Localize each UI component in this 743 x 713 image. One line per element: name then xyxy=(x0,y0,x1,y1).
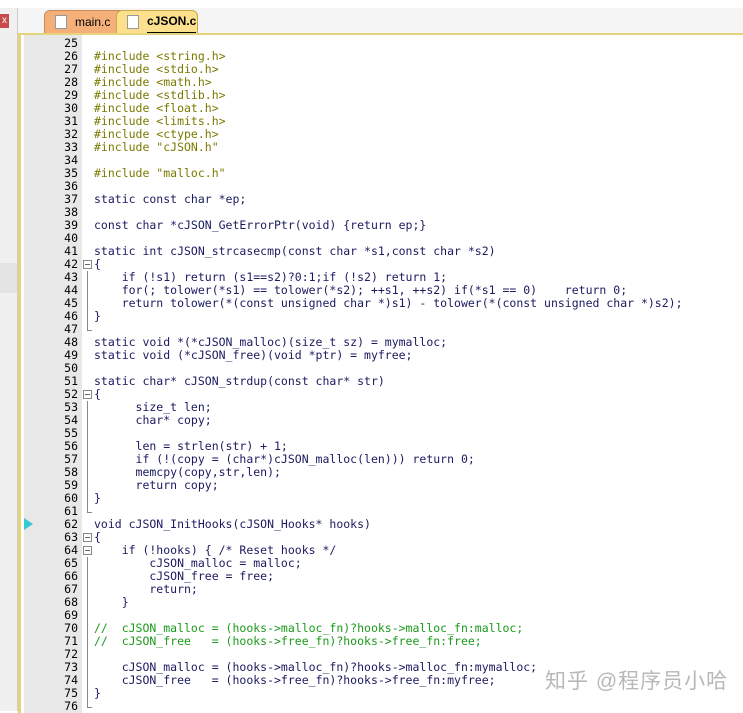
fold-guide xyxy=(83,570,92,583)
file-icon xyxy=(55,15,67,29)
code-text: return copy; xyxy=(94,478,219,492)
fold-guide xyxy=(83,323,92,336)
fold-guide xyxy=(83,440,92,453)
fold-guide xyxy=(83,414,92,427)
code-text: } xyxy=(94,686,101,700)
fold-guide xyxy=(83,700,92,713)
fold-toggle-icon[interactable] xyxy=(83,544,92,557)
code-editor[interactable]: 25 26 #include <string.h> 27 #include <stdio… xyxy=(18,33,743,713)
code-text: } xyxy=(94,595,129,609)
fold-guide xyxy=(83,557,92,570)
fold-guide xyxy=(83,401,92,414)
watermark: 知乎 @程序员小哈 xyxy=(545,670,729,693)
code-text: const char *cJSON_GetErrorPtr(void) {ret… xyxy=(94,218,427,232)
fold-guide xyxy=(83,427,92,440)
code-text: static void (*cJSON_free)(void *ptr) = m… xyxy=(94,348,413,362)
close-panel-button[interactable]: x xyxy=(0,14,9,28)
fold-guide xyxy=(83,310,92,323)
code-text: } xyxy=(94,309,101,323)
code-text: #include "malloc.h" xyxy=(94,166,226,180)
code-text: static int cJSON_strcasecmp(const char *… xyxy=(94,244,496,258)
fold-toggle-icon[interactable] xyxy=(83,531,92,544)
code-text: void cJSON_InitHooks(cJSON_Hooks* hooks) xyxy=(94,517,371,531)
code-text: // cJSON_free = (hooks->free_fn)?hooks->… xyxy=(94,634,482,648)
tab-cjson-c[interactable]: cJSON.c xyxy=(116,10,198,34)
code-text: return tolower(*(const unsigned char *)s… xyxy=(94,296,683,310)
fold-guide xyxy=(83,648,92,661)
tab-label: main.c xyxy=(75,15,111,29)
fold-guide xyxy=(83,674,92,687)
fold-guide xyxy=(83,297,92,310)
panel-selection xyxy=(0,263,17,293)
fold-guide xyxy=(83,583,92,596)
fold-guide xyxy=(83,271,92,284)
code-text: cJSON_free = (hooks->free_fn)?hooks->fre… xyxy=(94,673,496,687)
code-text: } xyxy=(94,491,101,505)
fold-guide xyxy=(83,596,92,609)
fold-guide xyxy=(83,609,92,622)
code-text: #include "cJSON.h" xyxy=(94,140,219,154)
fold-guide xyxy=(83,492,92,505)
fold-guide xyxy=(83,453,92,466)
fold-guide xyxy=(83,284,92,297)
line-number: 76 xyxy=(64,699,78,713)
code-text: char* copy; xyxy=(94,413,212,427)
fold-guide xyxy=(83,635,92,648)
fold-guide xyxy=(83,622,92,635)
tab-bar: main.c cJSON.c xyxy=(18,8,743,34)
code-text: static const char *ep; xyxy=(94,192,247,206)
tab-label: cJSON.c xyxy=(147,10,197,34)
code-text: static char* cJSON_strdup(const char* st… xyxy=(94,374,385,388)
file-icon xyxy=(127,15,139,29)
fold-guide xyxy=(83,479,92,492)
fold-toggle-icon[interactable] xyxy=(83,388,92,401)
fold-toggle-icon[interactable] xyxy=(83,258,92,271)
fold-guide xyxy=(83,466,92,479)
fold-guide xyxy=(83,661,92,674)
fold-guide xyxy=(83,505,92,518)
fold-guide xyxy=(83,687,92,700)
left-panel: x xyxy=(0,8,18,711)
